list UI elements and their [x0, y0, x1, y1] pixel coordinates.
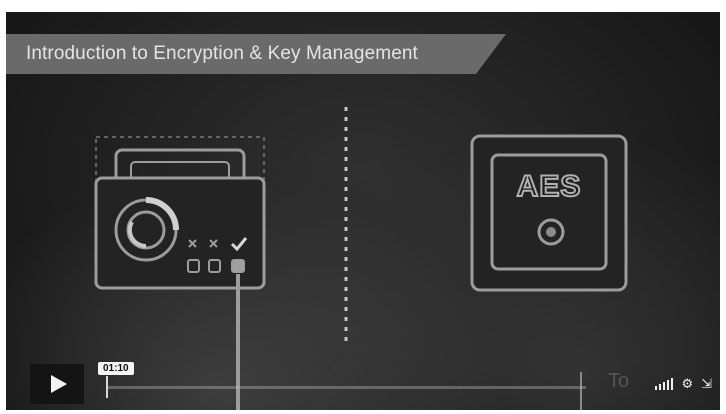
- page-frame: AES Introduction to Encryption & Key Man…: [0, 0, 726, 414]
- current-time-tooltip: 01:10: [98, 362, 134, 375]
- title-banner: Introduction to Encryption & Key Managem…: [6, 34, 506, 74]
- video-player[interactable]: AES Introduction to Encryption & Key Man…: [6, 12, 720, 410]
- video-controls: 01:10 To ⚙ ⇲: [22, 362, 712, 406]
- play-button[interactable]: [30, 364, 84, 404]
- control-icons: ⚙ ⇲: [582, 364, 712, 404]
- progress-track[interactable]: [106, 386, 586, 389]
- volume-icon[interactable]: [655, 378, 674, 390]
- aes-chip-illustration: [470, 134, 628, 292]
- gear-icon[interactable]: ⚙: [681, 378, 693, 391]
- play-icon: [51, 375, 67, 393]
- progress-handle[interactable]: [106, 376, 108, 398]
- key-device-illustration: [94, 136, 266, 290]
- aes-label: AES: [516, 169, 582, 204]
- fullscreen-icon[interactable]: ⇲: [701, 378, 712, 391]
- video-title: Introduction to Encryption & Key Managem…: [26, 43, 418, 64]
